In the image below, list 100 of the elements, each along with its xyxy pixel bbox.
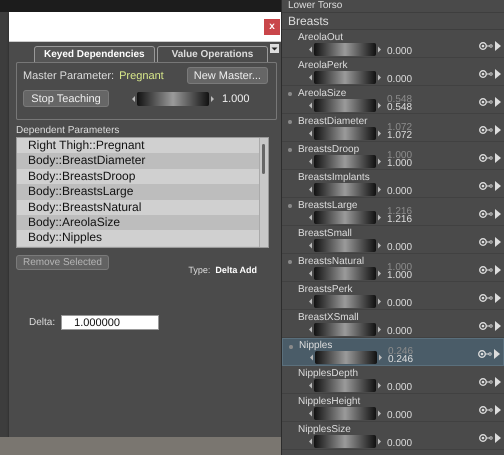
play-arrow-icon[interactable]	[495, 236, 501, 246]
parameter-row[interactable]: BreastsNatural 1.000 1.000	[282, 254, 504, 282]
parameter-name: AreolaOut	[298, 32, 344, 42]
parameter-name: NipplesHeight	[298, 396, 360, 406]
dial-control[interactable]	[309, 406, 381, 420]
parameter-value: 1.072	[387, 124, 412, 132]
key-icon[interactable]	[479, 266, 493, 274]
list-item[interactable]: Body::BreastDiameter	[17, 153, 259, 169]
dial-control[interactable]	[310, 351, 382, 364]
parameter-value: 0.000	[387, 440, 412, 448]
play-arrow-icon[interactable]	[495, 404, 501, 414]
delta-field[interactable]: 1.000000	[61, 315, 160, 330]
play-arrow-icon[interactable]	[495, 264, 501, 274]
dial-control[interactable]	[132, 92, 214, 106]
dial-control[interactable]	[309, 182, 381, 196]
dial-control[interactable]	[309, 378, 381, 392]
parameter-name: BreastsLarge	[298, 200, 358, 210]
parameter-value: 0.548	[387, 104, 412, 112]
close-button[interactable]: x	[264, 18, 280, 34]
dial-control[interactable]	[309, 434, 381, 448]
parameter-value: 1.072	[387, 132, 412, 140]
parameter-row[interactable]: BreastDiameter 1.072 1.072	[282, 114, 504, 142]
parameter-row[interactable]: NipplesSize 0.000	[282, 422, 504, 450]
parameter-value: 1.000	[387, 152, 412, 160]
key-icon[interactable]	[478, 350, 492, 358]
key-icon[interactable]	[479, 154, 493, 162]
parameter-value: 0.000	[387, 300, 412, 308]
parameter-row[interactable]: AreolaSize 0.548 0.548	[282, 86, 504, 114]
parameter-name: NipplesSize	[298, 424, 351, 434]
scrollbar[interactable]	[259, 138, 268, 247]
play-arrow-icon[interactable]	[495, 320, 501, 330]
parameter-name: BreastsPerk	[298, 284, 352, 294]
type-label: Type:	[188, 265, 210, 275]
dial-control[interactable]	[309, 154, 381, 168]
parameter-row[interactable]: BreastsDroop 1.000 1.000	[282, 142, 504, 170]
parameter-row[interactable]: BreastsImplants 0.000	[282, 170, 504, 198]
new-master-button[interactable]: New Master...	[186, 67, 268, 84]
parameter-row[interactable]: AreolaOut 0.000	[282, 30, 504, 58]
parameter-name: Nipples	[299, 340, 332, 351]
key-icon[interactable]	[479, 210, 493, 218]
parameter-value: 0.000	[387, 412, 412, 420]
parameter-row[interactable]: AreolaPerk 0.000	[282, 58, 504, 86]
key-icon[interactable]	[479, 406, 493, 414]
play-arrow-icon[interactable]	[495, 208, 501, 218]
list-item[interactable]: Body::BreastsLarge	[17, 184, 259, 200]
key-icon[interactable]	[479, 70, 493, 78]
parameter-value: 1.216	[387, 216, 412, 224]
group-header[interactable]: Breasts	[282, 13, 504, 30]
play-arrow-icon[interactable]	[495, 40, 501, 50]
stop-teaching-button[interactable]: Stop Teaching	[23, 90, 109, 107]
play-arrow-icon[interactable]	[495, 124, 501, 134]
key-icon[interactable]	[479, 238, 493, 246]
master-parameter-label: Master Parameter:	[23, 70, 114, 82]
play-arrow-icon[interactable]	[495, 180, 501, 190]
dial-control[interactable]	[309, 42, 381, 56]
parameter-value: 0.000	[387, 244, 412, 252]
parameter-row[interactable]: BreastSmall 0.000	[282, 226, 504, 254]
dial-control[interactable]	[309, 266, 381, 280]
key-icon[interactable]	[479, 434, 493, 442]
play-arrow-icon[interactable]	[495, 376, 501, 386]
list-item[interactable]: Body::Nipples	[17, 230, 259, 246]
dial-control[interactable]	[309, 294, 381, 308]
parameter-name: BreastSmall	[298, 228, 352, 238]
tab[interactable]: Keyed Dependencies	[34, 46, 155, 62]
parameter-row[interactable]: BreastsLarge 1.216 1.216	[282, 198, 504, 226]
group-header[interactable]: Lower Torso	[282, 0, 504, 13]
list-item[interactable]: Body::BreastsNatural	[17, 200, 259, 215]
key-icon[interactable]	[479, 98, 493, 106]
play-arrow-icon[interactable]	[495, 152, 501, 162]
parameter-row[interactable]: NipplesDepth 0.000	[282, 366, 504, 394]
dial-control[interactable]	[309, 322, 381, 336]
key-icon[interactable]	[479, 182, 493, 190]
master-parameter-value: Pregnant	[119, 70, 164, 82]
parameter-value: 0.000	[387, 384, 412, 392]
key-icon[interactable]	[479, 294, 493, 302]
play-arrow-icon[interactable]	[495, 432, 501, 442]
key-icon[interactable]	[479, 378, 493, 386]
play-arrow-icon[interactable]	[495, 292, 501, 302]
key-icon[interactable]	[479, 126, 493, 134]
parameter-row[interactable]: Nipples 0.246 0.246	[282, 338, 504, 366]
dial-control[interactable]	[309, 98, 381, 112]
play-arrow-icon[interactable]	[495, 68, 501, 78]
parameter-row[interactable]: NipplesHeight 0.000	[282, 394, 504, 422]
key-icon[interactable]	[479, 322, 493, 330]
parameter-row[interactable]: BreastsPerk 0.000	[282, 282, 504, 310]
dial-control[interactable]	[309, 238, 381, 252]
dial-control[interactable]	[309, 70, 381, 84]
play-arrow-icon[interactable]	[495, 96, 501, 106]
parameter-value: 1.000	[387, 160, 412, 168]
dial-control[interactable]	[309, 126, 381, 140]
list-item[interactable]: Body::AreolaSize	[17, 214, 259, 230]
parameter-name: BreastsDroop	[298, 144, 360, 154]
list-item[interactable]: Body::BreastsDroop	[17, 168, 259, 184]
dial-control[interactable]	[309, 210, 381, 224]
list-item[interactable]: Right Thigh::Pregnant	[17, 138, 259, 154]
key-icon[interactable]	[479, 42, 493, 50]
tab[interactable]: Value Operations	[156, 46, 268, 62]
play-arrow-icon[interactable]	[494, 349, 500, 359]
parameter-value: 0.548	[387, 96, 412, 104]
menu-icon[interactable]	[270, 44, 279, 53]
